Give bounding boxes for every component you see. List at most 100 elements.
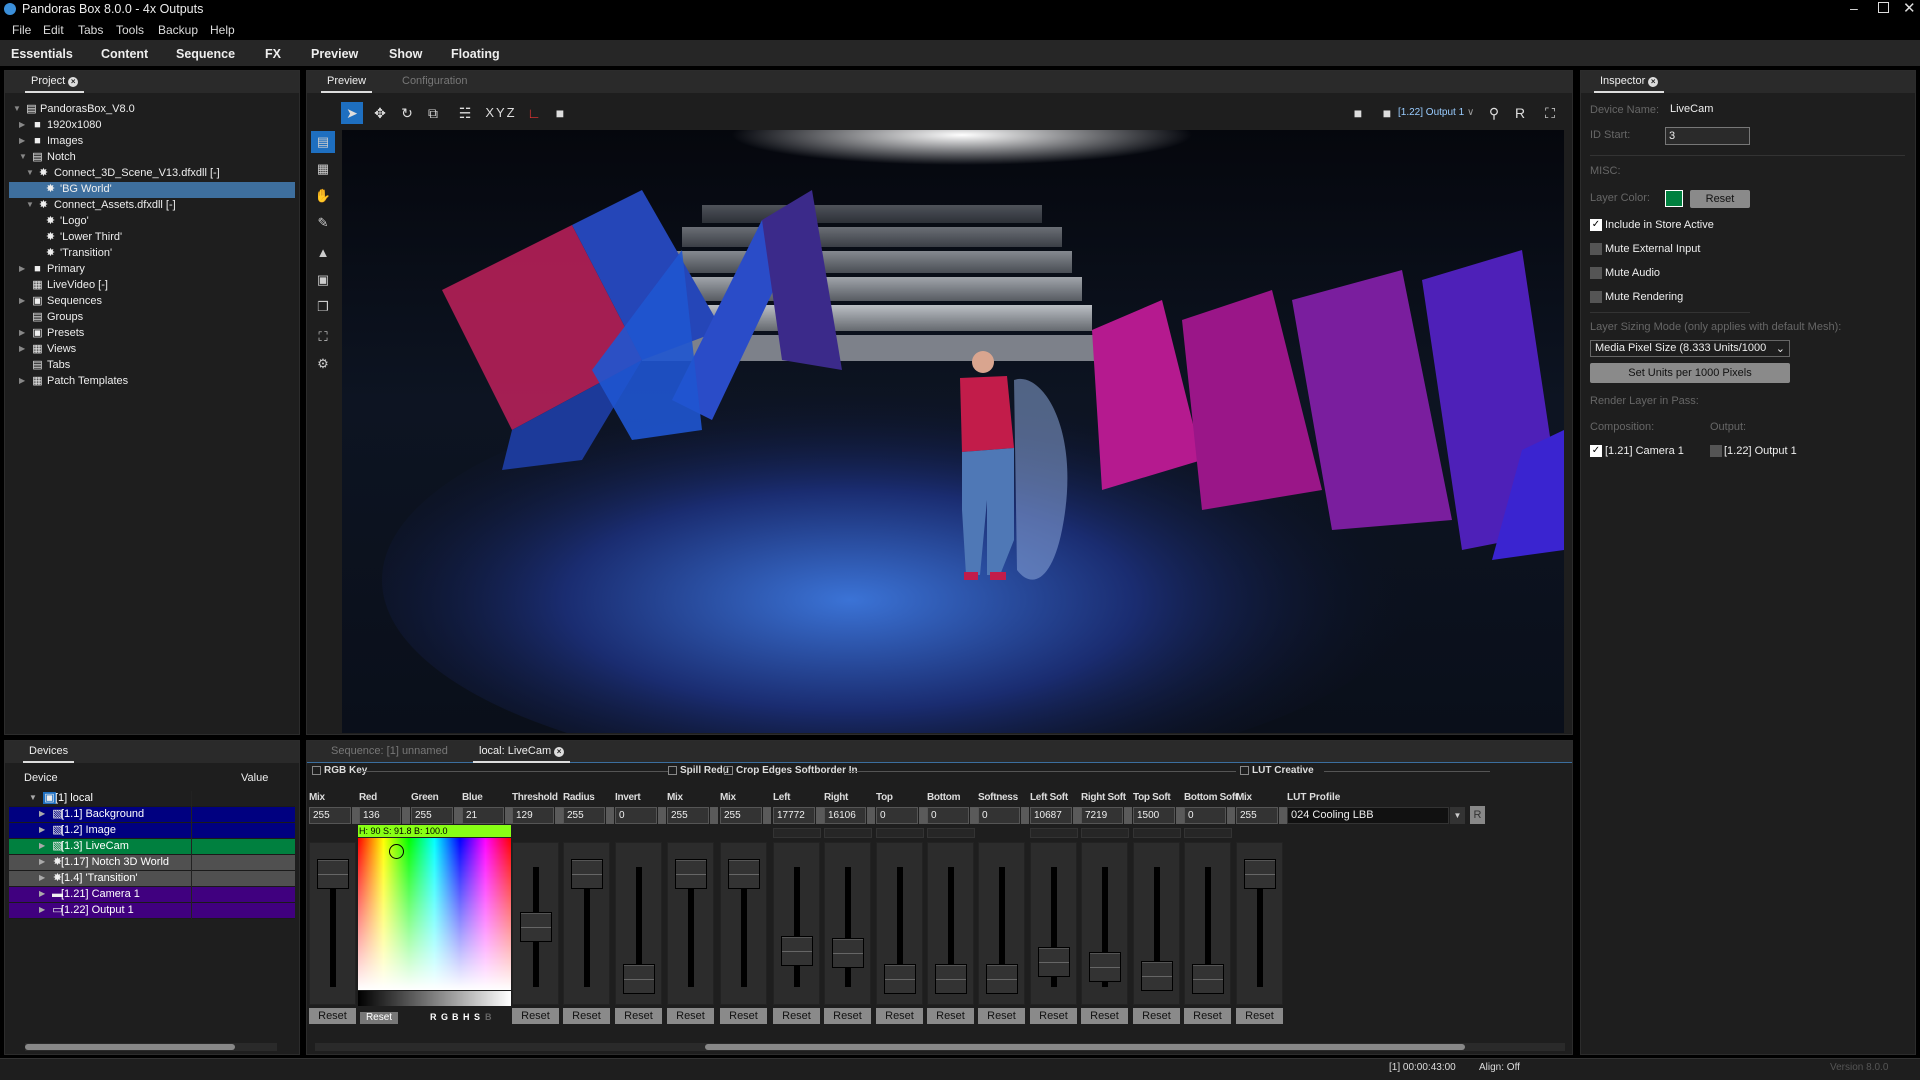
param-spinner[interactable] bbox=[1227, 807, 1235, 824]
tree-item[interactable]: ✸ 'BG World' bbox=[9, 182, 295, 198]
tab-show[interactable]: Show bbox=[389, 47, 422, 61]
devices-scrollbar[interactable] bbox=[25, 1043, 277, 1051]
expand-closed-icon[interactable]: ▶ bbox=[39, 825, 45, 834]
lut-reset-button[interactable]: R bbox=[1470, 806, 1485, 824]
picker-mode-r-button[interactable]: R bbox=[430, 1012, 437, 1022]
fader[interactable] bbox=[978, 842, 1025, 1005]
tab-project[interactable]: Project × bbox=[25, 75, 85, 93]
checkbox[interactable] bbox=[1590, 267, 1602, 279]
fader[interactable] bbox=[1184, 842, 1231, 1005]
output-pass-checkbox[interactable] bbox=[1710, 445, 1722, 457]
brightness-bar[interactable] bbox=[358, 991, 511, 1006]
fader-handle[interactable] bbox=[986, 964, 1018, 994]
reset-button[interactable]: Reset bbox=[1030, 1008, 1077, 1024]
menu-tabs[interactable]: Tabs bbox=[78, 23, 103, 37]
tree-item[interactable]: ▤ Tabs bbox=[9, 358, 295, 374]
fader[interactable] bbox=[1133, 842, 1180, 1005]
fader[interactable] bbox=[1081, 842, 1128, 1005]
fader[interactable] bbox=[615, 842, 662, 1005]
fader-handle[interactable] bbox=[1141, 960, 1173, 991]
tree-item[interactable]: ▶ ▦ Patch Templates bbox=[9, 374, 295, 390]
param-input[interactable] bbox=[462, 807, 504, 824]
tree-item[interactable]: ▼ ✸ Connect_3D_Scene_V13.dfxdll [-] bbox=[9, 166, 295, 182]
param-input[interactable] bbox=[1030, 807, 1072, 824]
close-button[interactable]: ✕ bbox=[1903, 0, 1916, 17]
device-row[interactable]: ▶ ✸ [1.4] 'Transition' bbox=[9, 871, 295, 887]
section-header[interactable]: Spill Redu bbox=[668, 765, 729, 776]
preview-mode-icon[interactable]: ▤ bbox=[311, 131, 335, 153]
reset-button[interactable]: Reset bbox=[615, 1008, 662, 1024]
tab-sequence[interactable]: Sequence bbox=[176, 47, 235, 61]
tab-sequence-unnamed[interactable]: Sequence: [1] unnamed bbox=[331, 745, 448, 761]
device-row[interactable]: ▶ ▬ [1.21] Camera 1 bbox=[9, 887, 295, 903]
menu-edit[interactable]: Edit bbox=[43, 23, 64, 37]
expand-closed-icon[interactable]: ▶ bbox=[39, 857, 45, 866]
fader[interactable] bbox=[512, 842, 559, 1005]
reset-button[interactable]: Reset bbox=[876, 1008, 923, 1024]
fader[interactable] bbox=[824, 842, 871, 1005]
expand-closed-icon[interactable]: ▶ bbox=[39, 905, 45, 914]
crop-icon[interactable]: ⛶ bbox=[311, 326, 335, 348]
reset-button[interactable]: Reset bbox=[512, 1008, 559, 1024]
device-row[interactable]: ▶ ▧ [1.2] Image bbox=[9, 823, 295, 839]
param-input[interactable] bbox=[359, 807, 401, 824]
fader[interactable] bbox=[876, 842, 923, 1005]
set-units-button[interactable]: Set Units per 1000 Pixels bbox=[1590, 363, 1790, 383]
tab-preview-view[interactable]: Preview bbox=[321, 75, 373, 93]
section-header[interactable]: RGB Key bbox=[312, 765, 367, 776]
fader-handle[interactable] bbox=[1089, 952, 1121, 983]
reset-button[interactable]: Reset bbox=[1184, 1008, 1231, 1024]
param-input[interactable] bbox=[1236, 807, 1278, 824]
expand-closed-icon[interactable]: ▶ bbox=[39, 841, 45, 850]
tree-item[interactable]: ▼ ✸ Connect_Assets.dfxdll [-] bbox=[9, 198, 295, 214]
device-row[interactable]: ▶ ▭ [1.22] Output 1 bbox=[9, 903, 295, 919]
picker-mode-s-button[interactable]: S bbox=[474, 1012, 480, 1022]
hand-icon[interactable]: ✋ bbox=[311, 185, 335, 207]
tree-item[interactable]: ✸ 'Lower Third' bbox=[9, 230, 295, 246]
menu-file[interactable]: File bbox=[12, 23, 31, 37]
tab-devices[interactable]: Devices bbox=[23, 745, 75, 763]
param-input[interactable] bbox=[667, 807, 709, 824]
param-spinner[interactable] bbox=[867, 807, 875, 824]
param-spinner[interactable] bbox=[454, 807, 462, 824]
fader[interactable] bbox=[927, 842, 974, 1005]
axis-gizmo-icon[interactable]: ∟ bbox=[523, 102, 545, 124]
param-input[interactable] bbox=[927, 807, 969, 824]
paint-icon[interactable]: ▲ bbox=[311, 242, 335, 264]
close-icon[interactable]: × bbox=[1648, 77, 1659, 87]
xyz-axis-toggle[interactable]: XYZ bbox=[483, 102, 519, 124]
tree-item[interactable]: ▼ ▤ Notch bbox=[9, 150, 295, 166]
fader[interactable] bbox=[773, 842, 820, 1005]
expand-closed-icon[interactable]: ▶ bbox=[19, 328, 25, 337]
menu-help[interactable]: Help bbox=[210, 23, 235, 37]
camera-select-icon[interactable]: ■ bbox=[1376, 102, 1398, 124]
param-spinner[interactable] bbox=[555, 807, 563, 824]
view-mode-icon[interactable]: ■ bbox=[1347, 102, 1369, 124]
param-spinner[interactable] bbox=[1021, 807, 1029, 824]
column-device[interactable]: Device bbox=[24, 772, 58, 784]
close-icon[interactable]: × bbox=[554, 747, 565, 757]
fader-handle[interactable] bbox=[884, 964, 916, 994]
camera-icon[interactable]: ■ bbox=[549, 102, 571, 124]
fader-handle[interactable] bbox=[675, 859, 707, 889]
param-input[interactable] bbox=[876, 807, 918, 824]
fader-handle[interactable] bbox=[832, 937, 864, 968]
tab-floating[interactable]: Floating bbox=[451, 47, 500, 61]
tab-configuration[interactable]: Configuration bbox=[402, 75, 467, 91]
reset-view-button[interactable]: R bbox=[1509, 102, 1531, 124]
fader-handle[interactable] bbox=[623, 964, 655, 994]
param-spinner[interactable] bbox=[1279, 807, 1287, 824]
section-header[interactable]: LUT Creative bbox=[1240, 765, 1314, 776]
expand-open-icon[interactable]: ▼ bbox=[13, 104, 21, 113]
tree-item[interactable]: ▼ ▤ PandorasBox_V8.0 bbox=[9, 102, 295, 118]
link-icon[interactable] bbox=[1184, 828, 1232, 838]
expand-closed-icon[interactable]: ▶ bbox=[19, 136, 25, 145]
link-icon[interactable] bbox=[927, 828, 975, 838]
tab-essentials[interactable]: Essentials bbox=[11, 47, 73, 61]
fader[interactable] bbox=[1030, 842, 1077, 1005]
zoom-icon[interactable]: ⚲ bbox=[1483, 102, 1505, 124]
fader-handle[interactable] bbox=[1244, 859, 1276, 889]
param-input[interactable] bbox=[615, 807, 657, 824]
expand-closed-icon[interactable]: ▶ bbox=[19, 344, 25, 353]
fader-handle[interactable] bbox=[728, 859, 760, 889]
